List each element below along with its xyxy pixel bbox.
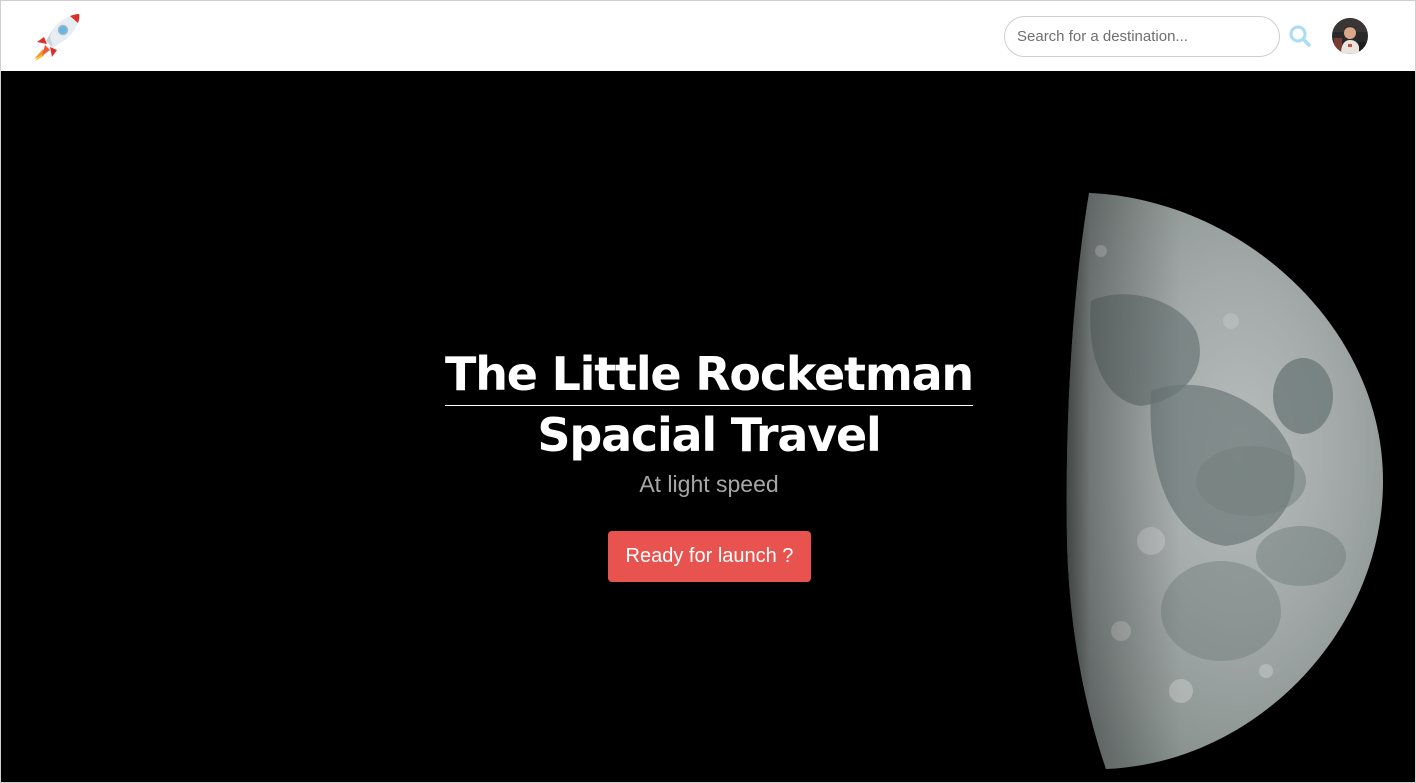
search-wrap [1004,16,1280,57]
hero-title-line-1: The Little Rocketman [445,345,974,406]
navbar [1,1,1415,71]
page: The Little Rocketman Spacial Travel At l… [0,0,1416,783]
hero-section: The Little Rocketman Spacial Travel At l… [1,71,1415,782]
search-icon[interactable] [1288,24,1312,48]
user-avatar[interactable] [1332,18,1368,54]
hero-title: The Little Rocketman Spacial Travel [409,345,1009,464]
search-input[interactable] [1004,16,1280,57]
rocket-logo-icon[interactable] [31,9,85,63]
launch-button[interactable]: Ready for launch ? [608,531,811,582]
hero-title-line-2: Spacial Travel [537,408,881,462]
hero-subtitle: At light speed [639,471,779,497]
